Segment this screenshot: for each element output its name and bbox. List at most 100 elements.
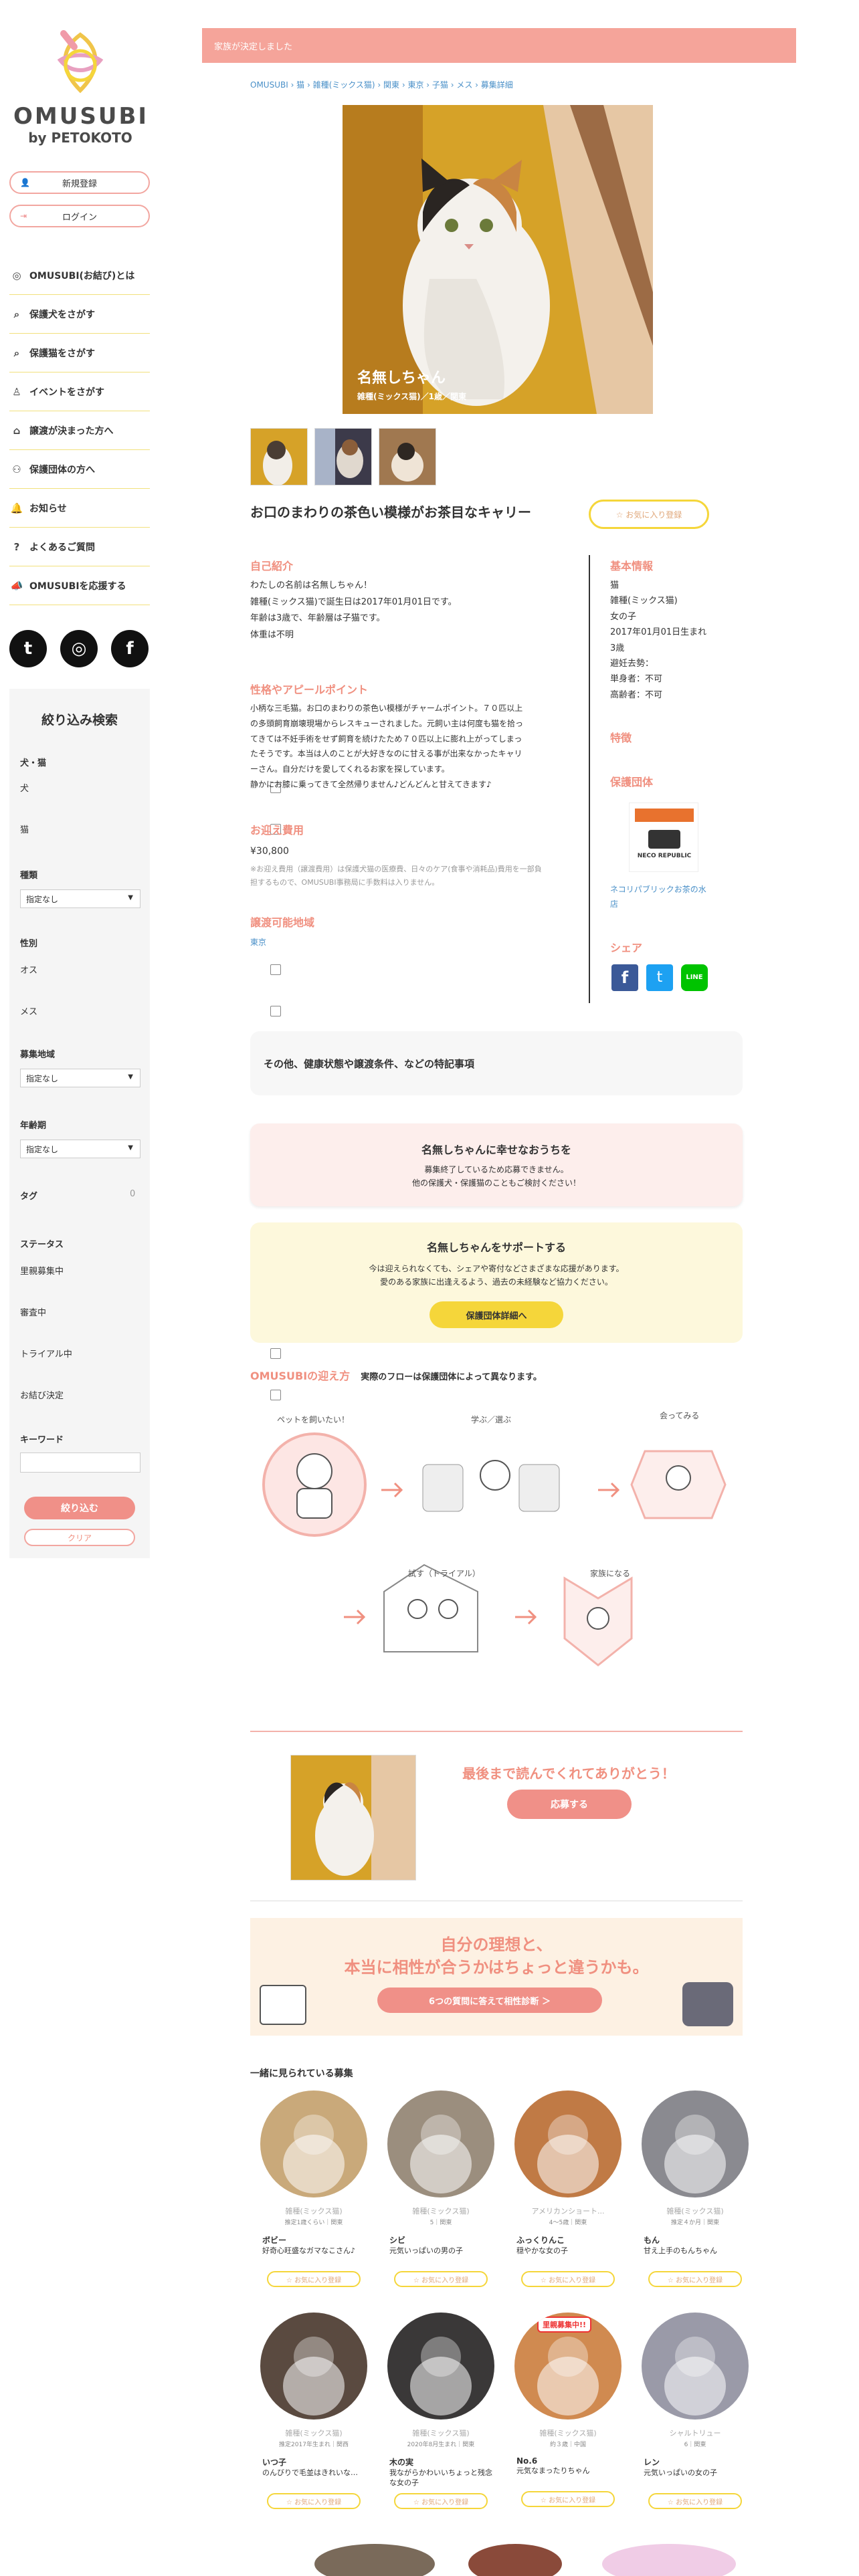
related-name[interactable]: No.6 <box>511 2456 625 2466</box>
event-icon: ♙ <box>12 385 21 398</box>
related-card[interactable]: 雑種(ミックス猫) 2020年8月生まれ｜関東 木の実 我ながらかわいいちょっと残念な… <box>384 2313 498 2509</box>
nav-label: 保護猫をさがす <box>29 348 95 359</box>
sex-male-checkbox[interactable]: オス <box>20 963 281 976</box>
status-trial-checkbox[interactable]: トライアル中 <box>20 1347 281 1360</box>
related-photo[interactable] <box>642 2090 749 2197</box>
megaphone-icon: 📣 <box>10 579 23 592</box>
related-favorite-button[interactable]: ☆ お気に入り登録 <box>267 2493 361 2509</box>
facebook-icon[interactable]: f <box>111 630 149 667</box>
related-card[interactable]: 里親募集中!! 雑種(ミックス猫) 約３歳｜中国 No.6 元気なまったりちゃん ☆ お気… <box>511 2313 625 2507</box>
share-heading: シェア <box>610 942 643 954</box>
pet-thumbnail-3[interactable] <box>379 428 436 486</box>
related-name[interactable]: ふっくりんこ <box>511 2234 625 2246</box>
facebook-share-icon[interactable]: f <box>611 964 638 991</box>
pet-main-photo[interactable]: 名無しちゃん 雑種(ミックス猫)／1歳／関東 <box>343 105 653 414</box>
related-name[interactable]: いつ子 <box>257 2456 371 2468</box>
filter-title: 絞り込み検索 <box>41 713 118 728</box>
diagnosis-button[interactable]: 6つの質問に答えて相性診断 ＞ <box>377 1988 602 2013</box>
select-value: 指定なし <box>26 1073 59 1083</box>
related-meta: 2020年8月生まれ｜関東 <box>407 2442 475 2448</box>
instagram-icon[interactable]: ◎ <box>60 630 98 667</box>
area-select[interactable]: 指定なし ▼ <box>20 1069 140 1087</box>
related-name[interactable]: 木の実 <box>384 2456 498 2468</box>
filter-submit-button[interactable]: 絞り込む <box>24 1497 135 1519</box>
related-name[interactable]: レン <box>638 2456 752 2468</box>
status-label: ステータス <box>20 1240 64 1250</box>
signup-button[interactable]: 👤 新規登録 <box>9 171 150 194</box>
related-meta: 6｜関東 <box>684 2442 706 2448</box>
omusubi-logo[interactable]: OMUSUBI by PETOKOTO <box>13 27 147 146</box>
related-card[interactable]: 雑種(ミックス猫) 5｜関東 シビ 元気いっぱいの男の子 ☆ お気に入り登録 <box>384 2090 498 2287</box>
favorite-button[interactable]: ☆ お気に入り登録 <box>589 500 709 529</box>
related-meta: 推定2017年生まれ｜関西 <box>279 2442 349 2448</box>
twitter-icon[interactable]: t <box>9 630 47 667</box>
breed-select[interactable]: 指定なし ▼ <box>20 889 140 908</box>
nav-item-adopted[interactable]: ⌂ 譲渡が決まった方へ <box>9 411 150 450</box>
status-open-checkbox[interactable]: 里親募集中 <box>20 1264 281 1277</box>
related-name[interactable]: ボビー <box>257 2234 371 2246</box>
species-cat-checkbox[interactable]: 猫 <box>20 823 281 835</box>
related-breed: アメリカンショート... <box>531 2207 605 2216</box>
related-name[interactable]: シビ <box>384 2234 498 2246</box>
nav-item-news[interactable]: 🔔 お知らせ <box>9 489 150 528</box>
tag-label[interactable]: タグ <box>20 1189 37 1202</box>
filter-clear-button[interactable]: クリア <box>24 1529 135 1546</box>
related-favorite-button[interactable]: ☆ お気に入り登録 <box>394 2493 488 2509</box>
intro-line: 体重は不明 <box>250 630 294 641</box>
login-button[interactable]: ⇥ ログイン <box>9 205 150 227</box>
related-heading: 一緒に見られている募集 <box>250 2068 353 2079</box>
related-card[interactable]: シャルトリュー 6｜関東 レン 元気いっぱいの女の子 ☆ お気に入り登録 <box>638 2313 752 2509</box>
species-dog-checkbox[interactable]: 犬 <box>20 781 281 794</box>
apply-button[interactable]: 応募する <box>507 1790 632 1819</box>
nav-item-cats[interactable]: ⌕ 保護猫をさがす <box>9 334 150 372</box>
thanks-photo <box>290 1755 416 1881</box>
fee-note: ※お迎え費用（譲渡費用）は保護犬猫の医療費、日々のケア(食事や消耗品)費用を一部… <box>250 863 542 889</box>
related-photo[interactable]: 里親募集中!! <box>514 2313 622 2420</box>
related-card[interactable]: アメリカンショート... 4～5歳｜関東 ふっくりんこ 穏やかな女の子 ☆ お気に入り登… <box>511 2090 625 2287</box>
pet-thumbnail-1[interactable] <box>250 428 308 486</box>
search-icon: ⌕ <box>13 308 20 320</box>
appeal-line: たそうです。本当は人のことが大好きなのに甘える事が出来なかったキャリ <box>250 749 522 759</box>
related-favorite-button[interactable]: ☆ お気に入り登録 <box>267 2271 361 2287</box>
related-photo[interactable] <box>514 2090 622 2197</box>
nav-item-events[interactable]: ♙ イベントをさがす <box>9 372 150 411</box>
nav-item-orgs[interactable]: ⚇ 保護団体の方へ <box>9 450 150 489</box>
related-name[interactable]: もん <box>638 2234 752 2246</box>
status-review-checkbox[interactable]: 審査中 <box>20 1305 281 1318</box>
sidebar-nav: ◎ OMUSUBI(お結び)とは ⌕ 保護犬をさがす ⌕ 保護猫をさがす ♙ イベントを… <box>9 256 150 605</box>
line-share-icon[interactable]: LINE <box>681 964 708 991</box>
related-favorite-button[interactable]: ☆ お気に入り登録 <box>648 2271 742 2287</box>
nav-item-about[interactable]: ◎ OMUSUBI(お結び)とは <box>9 256 150 295</box>
appeal-heading: 性格やアピールポイント <box>250 683 369 696</box>
sex-female-checkbox[interactable]: メス <box>20 1004 281 1017</box>
related-photo[interactable] <box>260 2090 367 2197</box>
compatibility-banner[interactable]: 自分の理想と、 本当に相性が合うかはちょっと違うかも。 6つの質問に答えて相性診… <box>250 1918 743 2036</box>
related-photo[interactable] <box>260 2313 367 2420</box>
org-detail-button[interactable]: 保護団体詳細へ <box>430 1301 563 1328</box>
nav-item-faq[interactable]: ? よくあるご質問 <box>9 528 150 566</box>
related-card[interactable]: 雑種(ミックス猫) 推定1歳くらい｜関東 ボビー 好奇心旺盛なガマなこさん♪ ☆ お気に… <box>257 2090 371 2287</box>
related-card[interactable]: 雑種(ミックス猫) 推定４か月｜関東 もん 甘え上手のもんちゃん ☆ お気に入り登録 <box>638 2090 752 2287</box>
nav-item-dogs[interactable]: ⌕ 保護犬をさがす <box>9 295 150 334</box>
status-decided-checkbox[interactable]: お結び決定 <box>20 1388 281 1401</box>
keyword-input[interactable] <box>20 1453 140 1473</box>
area-value[interactable]: 東京 <box>250 935 266 950</box>
flow-illustration: ペットを飼いたい！ 学ぶ／選ぶ 会ってみる 試す（トライアル） 家族になる <box>250 1398 743 1705</box>
org-logo[interactable]: NECO REPUBLIC <box>629 802 698 872</box>
age-select[interactable]: 指定なし ▼ <box>20 1140 140 1158</box>
related-photo[interactable] <box>387 2090 494 2197</box>
twitter-share-icon[interactable]: t <box>646 964 673 991</box>
diag-line2: 本当に相性が合うかはちょっと違うかも。 <box>344 1958 649 1977</box>
related-photo[interactable] <box>642 2313 749 2420</box>
pet-thumbnail-2[interactable] <box>314 428 372 486</box>
related-card[interactable]: 雑種(ミックス猫) 推定2017年生まれ｜関西 いつ子 のんびりで毛並はきれいな… ☆ … <box>257 2313 371 2509</box>
nav-item-support[interactable]: 📣 OMUSUBIを応援する <box>9 566 150 605</box>
related-photo[interactable] <box>387 2313 494 2420</box>
notes-text: その他、健康状態や譲渡条件、などの特記事項 <box>264 1058 475 1070</box>
related-favorite-button[interactable]: ☆ お気に入り登録 <box>394 2271 488 2287</box>
breadcrumb[interactable]: OMUSUBI › 猫 › 雑種(ミックス猫) › 関東 › 東京 › 子猫 ›… <box>250 79 513 90</box>
related-favorite-button[interactable]: ☆ お気に入り登録 <box>648 2493 742 2509</box>
related-favorite-button[interactable]: ☆ お気に入り登録 <box>521 2491 615 2507</box>
related-favorite-button[interactable]: ☆ お気に入り登録 <box>521 2271 615 2287</box>
org-name-link[interactable]: ネコリパブリックお茶の水 店 <box>610 883 706 911</box>
